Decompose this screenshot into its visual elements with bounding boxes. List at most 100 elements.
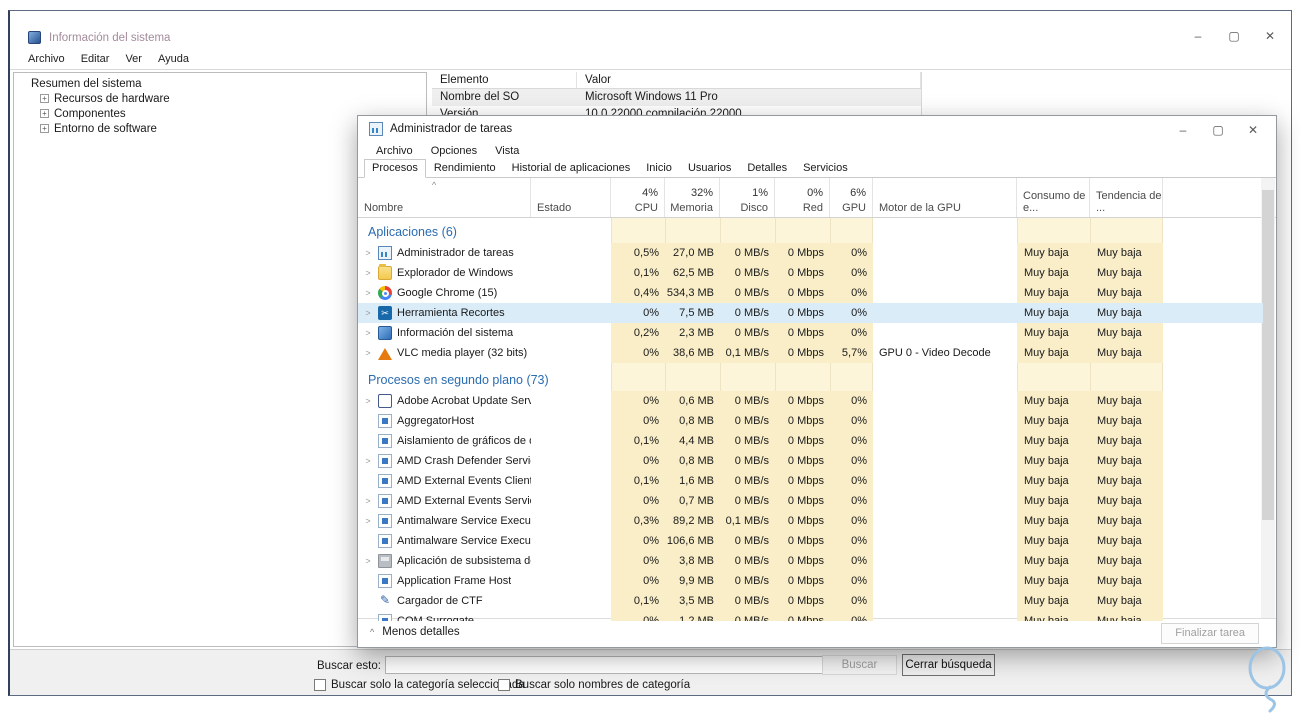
process-name-cell: > AMD External Events Service M... [358,491,531,511]
estado-cell [531,303,611,323]
menu-item-archivo[interactable]: Archivo [367,144,422,158]
column-header-estado[interactable]: Estado [531,178,611,217]
column-header-gpu[interactable]: 6% GPU [830,178,873,217]
column-header-valor[interactable]: Valor [577,72,921,88]
column-header-disco[interactable]: 1% Disco [720,178,775,217]
process-row[interactable]: >Aplicación de subsistema de cola0%3,8 M… [358,551,1263,571]
process-row[interactable]: Antimalware Service Executable...0%106,6… [358,531,1263,551]
menu-item-ayuda[interactable]: Ayuda [150,51,197,67]
process-row[interactable]: >AMD External Events Service M...0%0,7 M… [358,491,1263,511]
expand-chevron-icon[interactable]: > [363,516,373,526]
gpu-cell: 0% [830,591,873,611]
checkbox-selected-category[interactable] [314,679,326,691]
estado-cell [531,243,611,263]
buscar-button[interactable]: Buscar [822,655,897,675]
minimize-icon[interactable]: – [1176,123,1190,137]
menu-item-vista[interactable]: Vista [486,144,528,158]
process-name-cell: > VLC media player (32 bits) [358,343,531,363]
process-row[interactable]: > Antimalware Service Executable 0,3%89,2 … [358,511,1263,531]
menos-detalles-toggle[interactable]: ^ Menos detalles [370,626,460,638]
tree-item-resumen-del-sistema[interactable]: Resumen del sistema [14,76,426,91]
tab-servicios[interactable]: Servicios [795,159,856,178]
expand-chevron-icon[interactable]: > [363,496,373,506]
cpu-cell: 0,5% [611,243,665,263]
cerrar-busqueda-button[interactable]: Cerrar búsqueda [902,654,995,676]
menu-item-editar[interactable]: Editar [73,51,118,67]
tab-procesos[interactable]: Procesos [364,159,426,178]
tab-rendimiento[interactable]: Rendimiento [426,159,504,178]
expand-chevron-icon[interactable]: > [363,348,373,358]
expand-icon[interactable]: + [40,94,49,103]
tab-usuarios[interactable]: Usuarios [680,159,739,178]
process-group-header[interactable]: Aplicaciones (6) [358,221,1263,243]
finalizar-tarea-button[interactable]: Finalizar tarea [1161,623,1259,644]
process-row[interactable]: > Administrador de tareas 0,5% 27,0 MB 0 MB/… [358,243,1263,263]
menu-item-ver[interactable]: Ver [117,51,150,67]
minimize-icon[interactable]: – [1191,29,1205,43]
process-row[interactable]: > VLC media player (32 bits) 0% 38,6 MB 0,1 … [358,343,1263,363]
column-header-consumo[interactable]: Consumo de e... [1017,178,1090,217]
expand-chevron-icon[interactable]: > [363,328,373,338]
estado-cell [531,283,611,303]
column-header-nombre[interactable]: Nombre [358,178,531,217]
maximize-icon[interactable]: ▢ [1211,123,1225,137]
system-info-titlebar[interactable]: Información del sistema – ▢ ✕ [10,11,1291,49]
column-header-cpu[interactable]: 4% CPU [611,178,665,217]
close-icon[interactable]: ✕ [1246,123,1260,137]
red-cell: 0 Mbps [775,451,830,471]
scrollbar-thumb[interactable] [1262,190,1274,520]
menu-item-archivo[interactable]: Archivo [20,51,73,67]
window-icon [378,454,392,468]
memoria-cell: 62,5 MB [665,263,720,283]
menu-item-opciones[interactable]: Opciones [422,144,486,158]
gpu-engine-cell [873,551,1017,571]
column-header-memoria[interactable]: 32% Memoria [665,178,720,217]
expand-chevron-icon[interactable]: > [363,308,373,318]
window-title: Información del sistema [49,32,171,44]
memoria-cell: 106,6 MB [665,531,720,551]
process-row[interactable]: AggregatorHost 0% 0,8 MB 0 MB/s 0 Mbps 0% Muy … [358,411,1263,431]
task-manager-titlebar[interactable]: Administrador de tareas – ▢ ✕ [358,116,1276,142]
column-header-tendencia[interactable]: Tendencia de ... [1090,178,1163,217]
column-header-elemento[interactable]: Elemento [432,72,577,88]
process-row[interactable]: > Google Chrome (15) 0,4% 534,3 MB 0 MB/s 0 M… [358,283,1263,303]
process-row[interactable]: > Explorador de Windows 0,1% 62,5 MB 0 MB/s 0… [358,263,1263,283]
red-cell: 0 Mbps [775,323,830,343]
expand-chevron-icon[interactable]: > [363,456,373,466]
checkbox-category-names[interactable] [498,679,510,691]
process-row[interactable]: >Adobe Acrobat Update Service (...0%0,6 … [358,391,1263,411]
menubar: Archivo Opciones Vista [358,142,1276,159]
consumo-energia-cell: Muy baja [1017,471,1090,491]
process-row[interactable]: > ✂ Herramienta Recortes 0% 7,5 MB 0 MB/s 0 Mb… [358,303,1263,323]
expand-chevron-icon[interactable]: > [363,248,373,258]
process-row[interactable]: Application Frame Host 0% 9,9 MB 0 MB/s 0 Mb… [358,571,1263,591]
expand-chevron-icon[interactable]: > [363,288,373,298]
expand-chevron-icon[interactable]: > [363,268,373,278]
vertical-scrollbar[interactable] [1261,178,1275,619]
close-icon[interactable]: ✕ [1263,29,1277,43]
process-group-header[interactable]: Procesos en segundo plano (73) [358,369,1263,391]
tab-inicio[interactable]: Inicio [638,159,680,178]
column-header-motor-gpu[interactable]: Motor de la GPU [873,178,1017,217]
process-row[interactable]: AMD External Events Client Mo... 0,1%1,6 … [358,471,1263,491]
sysinfo-row[interactable]: Nombre del SO Microsoft Windows 11 Pro [432,89,921,106]
expand-icon[interactable]: + [40,124,49,133]
process-row[interactable]: > Información del sistema 0,2% 2,3 MB 0 MB/s… [358,323,1263,343]
maximize-icon[interactable]: ▢ [1227,29,1241,43]
expand-chevron-icon[interactable]: > [363,396,373,406]
process-row[interactable]: Aislamiento de gráficos de disp... 0,1%4,… [358,431,1263,451]
expand-chevron-icon[interactable]: > [363,556,373,566]
red-cell: 0 Mbps [775,263,830,283]
red-cell: 0 Mbps [775,591,830,611]
gpu-engine-cell [873,303,1017,323]
process-row[interactable]: ✎ Cargador de CTF 0,1% 3,5 MB 0 MB/s 0 Mbps 0%… [358,591,1263,611]
process-row[interactable]: > AMD Crash Defender Service 0% 0,8 MB 0 MB/… [358,451,1263,471]
red-cell: 0 Mbps [775,571,830,591]
column-header-red[interactable]: 0% Red [775,178,830,217]
tree-item-recursos-de-hardware[interactable]: + Recursos de hardware [14,91,426,106]
expand-icon[interactable]: + [40,109,49,118]
tab-detalles[interactable]: Detalles [739,159,795,178]
process-row[interactable]: COM Surrogate 0% 1,2 MB 0 MB/s 0 Mbps 0% Muy b… [358,611,1263,621]
search-input[interactable] [385,656,825,674]
tab-historial-de-aplicaciones[interactable]: Historial de aplicaciones [504,159,639,178]
